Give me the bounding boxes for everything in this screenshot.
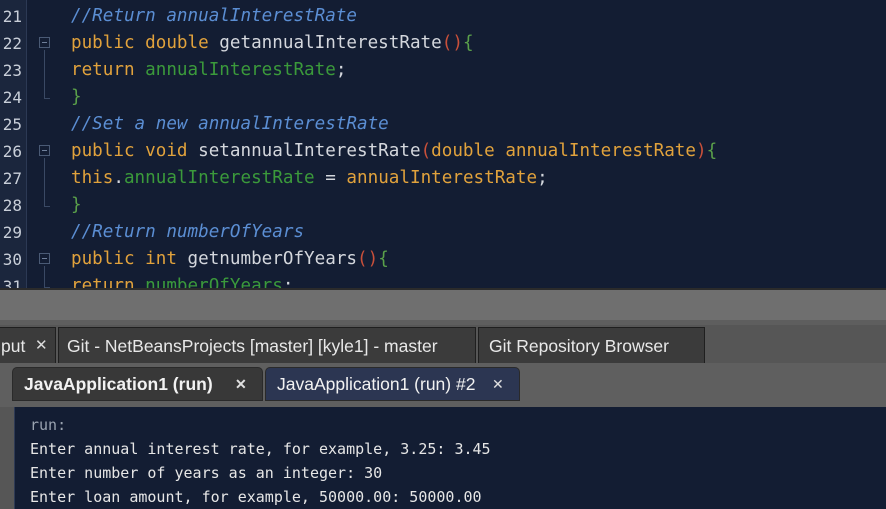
tab-run-1[interactable]: JavaApplication1 (run) ✕ [12,367,263,401]
tab-git-projects[interactable]: Git - NetBeansProjects [master] [kyle1] … [58,327,476,363]
code-text: this.annualInterestRate = annualInterest… [71,168,548,188]
code-line[interactable]: 26 public void setannualInterestRate(doub… [0,138,886,165]
code-line[interactable]: 27 this.annualInterestRate = annualIntere… [0,165,886,192]
fold-guide [44,158,45,206]
code-text: //Set a new annualInterestRate [71,114,389,134]
fold-toggle-icon[interactable] [39,145,50,156]
fold-guide [44,266,45,287]
fold-guide [44,50,45,98]
close-icon[interactable]: ✕ [35,328,48,364]
tab-run-2-label: JavaApplication1 (run) #2 [277,374,476,394]
code-line[interactable]: 22 public double getannualInterestRate(){ [0,30,886,57]
code-text: return numberOfYears; [71,276,294,288]
code-line[interactable]: 31 return numberOfYears; [0,273,886,288]
tab-git-repo-label: Git Repository Browser [489,336,669,356]
line-number: 22 [2,34,22,53]
fold-toggle-icon[interactable] [39,253,50,264]
line-number: 29 [2,223,22,242]
line-number: 31 [2,277,22,288]
tab-output-label: put [1,336,26,356]
code-line[interactable]: 28} [0,192,886,219]
tab-git-projects-label: Git - NetBeansProjects [master] [kyle1] … [67,336,438,356]
output-panel: put ✕ Git - NetBeansProjects [master] [k… [0,325,886,509]
code-line[interactable]: 29 //Return numberOfYears [0,219,886,246]
close-icon[interactable]: ✕ [235,368,247,400]
code-line[interactable]: 23 return annualInterestRate; [0,57,886,84]
fold-guide-end [44,206,50,207]
line-number: 30 [2,250,22,269]
code-line[interactable]: 21 //Return annualInterestRate [0,3,886,30]
line-number: 27 [2,169,22,188]
fold-guide-end [44,98,50,99]
fold-toggle-icon[interactable] [39,37,50,48]
code-text: public void setannualInterestRate(double… [71,141,718,161]
line-number: 23 [2,61,22,80]
tab-run-2[interactable]: JavaApplication1 (run) #2 ✕ [265,367,520,401]
tab-git-repository-browser[interactable]: Git Repository Browser [478,327,705,363]
line-number: 26 [2,142,22,161]
code-text: //Return numberOfYears [71,222,305,242]
code-text: public int getnumberOfYears(){ [71,249,389,269]
code-line[interactable]: 30 public int getnumberOfYears(){ [0,246,886,273]
code-text: return annualInterestRate; [71,60,347,80]
line-number: 28 [2,196,22,215]
code-text: } [71,87,82,107]
code-line[interactable]: 24} [0,84,886,111]
line-number: 25 [2,115,22,134]
run-tabs-bar: JavaApplication1 (run) ✕ JavaApplication… [0,363,886,407]
tab-run-1-label: JavaApplication1 (run) [24,374,213,394]
line-number: 24 [2,88,22,107]
panel-splitter[interactable] [0,288,886,327]
console-line: run: [30,416,67,434]
console-line: Enter number of years as an integer: 30 [30,464,383,482]
tab-output[interactable]: put ✕ [0,327,56,363]
console-output[interactable]: run: Enter annual interest rate, for exa… [14,407,886,509]
code-text: //Return annualInterestRate [71,6,357,26]
code-editor[interactable]: 21 //Return annualInterestRate 22 public do… [0,0,886,288]
code-text: } [71,195,82,215]
code-text: public double getannualInterestRate(){ [71,33,474,53]
console-line: Enter annual interest rate, for example,… [30,440,491,458]
close-icon[interactable]: ✕ [492,368,504,400]
code-line[interactable]: 25 //Set a new annualInterestRate [0,111,886,138]
line-number: 21 [2,7,22,26]
console-line: Enter loan amount, for example, 50000.00… [30,488,482,506]
